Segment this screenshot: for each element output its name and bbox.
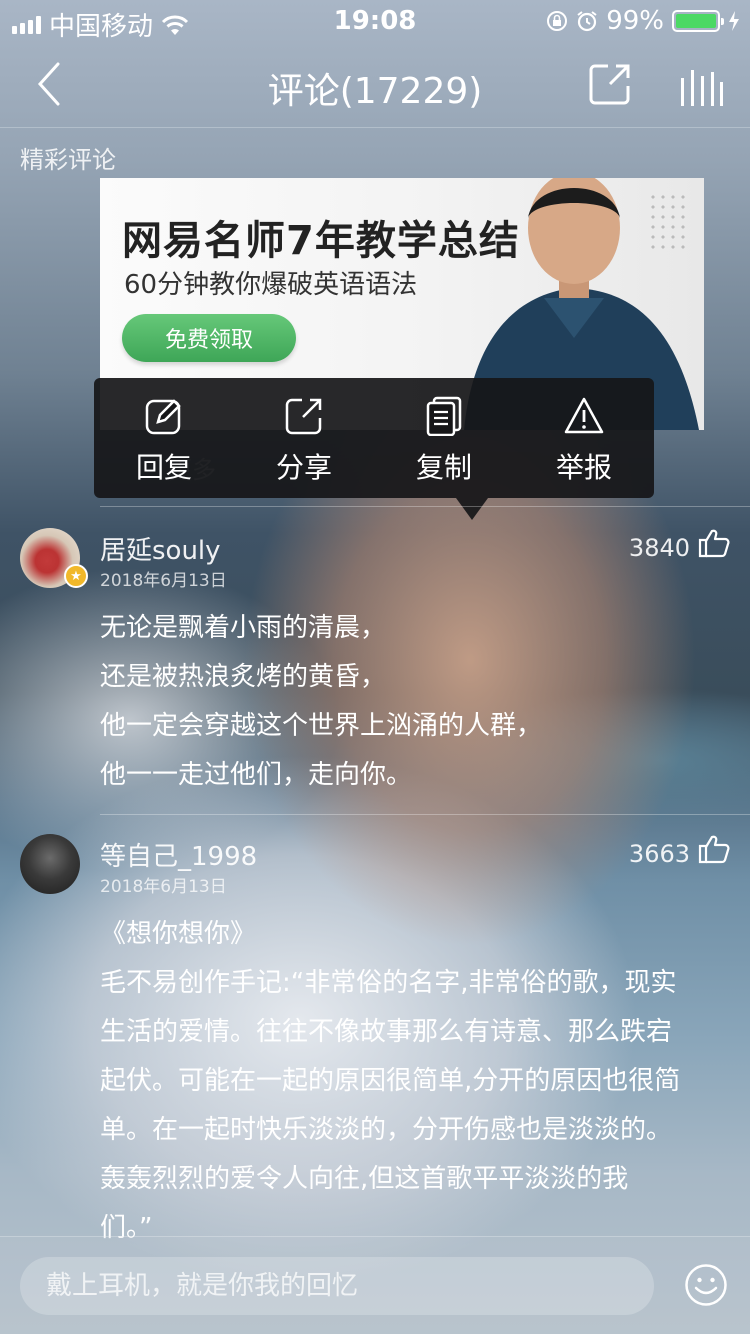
comment-line: 他一定会穿越这个世界上汹涌的人群， bbox=[100, 711, 543, 741]
now-playing-icon[interactable] bbox=[680, 68, 724, 106]
comment-line: 单。在一起时快乐淡淡的，分开伤感也是淡淡的。 bbox=[100, 1115, 673, 1145]
comment-line: 他一一走过他们，走向你。 bbox=[100, 760, 413, 790]
menu-report[interactable]: 举报 bbox=[514, 378, 654, 498]
thumbs-up-icon[interactable] bbox=[698, 834, 730, 864]
comment-input[interactable] bbox=[20, 1257, 654, 1315]
divider bbox=[100, 506, 750, 507]
comment-line: 轰轰烈烈的爱令人向往,但这首歌平平淡淡的我 bbox=[100, 1164, 629, 1194]
menu-report-label: 举报 bbox=[555, 451, 612, 484]
ad-subtitle: 60分钟教你爆破英语语法 bbox=[124, 270, 418, 300]
share-icon bbox=[285, 398, 322, 435]
menu-copy[interactable]: 复制 bbox=[374, 378, 514, 498]
alarm-icon bbox=[577, 11, 597, 32]
copy-icon bbox=[426, 396, 462, 436]
menu-reply[interactable]: 回复 bbox=[94, 378, 234, 498]
emoji-icon[interactable] bbox=[684, 1263, 728, 1307]
section-label: 精彩评论 bbox=[20, 146, 116, 174]
thumbs-up-icon[interactable] bbox=[698, 528, 730, 558]
rotation-lock-icon bbox=[547, 11, 568, 31]
comment-input-bar bbox=[0, 1236, 750, 1334]
comment-username[interactable]: 居延souly bbox=[100, 530, 221, 567]
share-icon[interactable] bbox=[588, 62, 632, 106]
comment-text: 《想你想你》 毛不易创作手记:“非常俗的名字,非常俗的歌，现实 生活的爱情。往往… bbox=[100, 910, 730, 1253]
comment-action-menu: 回复 分享 复制 举报 bbox=[94, 378, 654, 520]
status-bar: 中国移动 19:08 99% bbox=[0, 0, 750, 42]
comment-username[interactable]: 等自己_1998 bbox=[100, 836, 257, 873]
battery-percent: 99% bbox=[606, 6, 664, 36]
battery-icon bbox=[672, 10, 724, 32]
like-count: 3663 bbox=[628, 840, 690, 868]
menu-share[interactable]: 分享 bbox=[234, 378, 374, 498]
comment-line: 无论是飘着小雨的清晨， bbox=[100, 613, 387, 643]
edit-icon bbox=[145, 399, 181, 435]
comment-line: 生活的爱情。往往不像故事那么有诗意、那么跌宕 bbox=[100, 1017, 673, 1047]
divider bbox=[100, 814, 750, 815]
comment-date: 2018年6月13日 bbox=[100, 571, 227, 591]
comment-line: 起伏。可能在一起的原因很简单,分开的原因也很简 bbox=[100, 1066, 681, 1096]
comment-line: 《想你想你》 bbox=[100, 919, 257, 949]
warning-icon bbox=[564, 397, 604, 434]
comment-line: 还是被热浪炙烤的黄昏， bbox=[100, 662, 387, 692]
comment-date: 2018年6月13日 bbox=[100, 877, 227, 897]
avatar[interactable] bbox=[20, 834, 80, 894]
comment-text: 无论是飘着小雨的清晨， 还是被热浪炙烤的黄昏， 他一定会穿越这个世界上汹涌的人群… bbox=[100, 604, 730, 800]
ad-claim-button[interactable]: 免费领取 bbox=[122, 314, 296, 362]
comment-item[interactable]: ★ 居延souly 2018年6月13日 3840 无论是飘着小雨的清晨， 还是… bbox=[0, 528, 750, 790]
charging-icon bbox=[729, 11, 739, 31]
vip-star-icon: ★ bbox=[64, 564, 88, 588]
menu-share-label: 分享 bbox=[275, 451, 332, 484]
comment-line: 毛不易创作手记:“非常俗的名字,非常俗的歌，现实 bbox=[100, 968, 677, 998]
menu-copy-label: 复制 bbox=[415, 451, 472, 484]
comment-item[interactable]: 等自己_1998 2018年6月13日 3663 《想你想你》 毛不易创作手记:… bbox=[0, 834, 750, 1243]
nav-bar: 评论(17229) bbox=[0, 40, 750, 128]
menu-reply-label: 回复 bbox=[135, 451, 192, 484]
like-count: 3840 bbox=[628, 534, 690, 562]
page-title: 评论(17229) bbox=[267, 71, 483, 112]
